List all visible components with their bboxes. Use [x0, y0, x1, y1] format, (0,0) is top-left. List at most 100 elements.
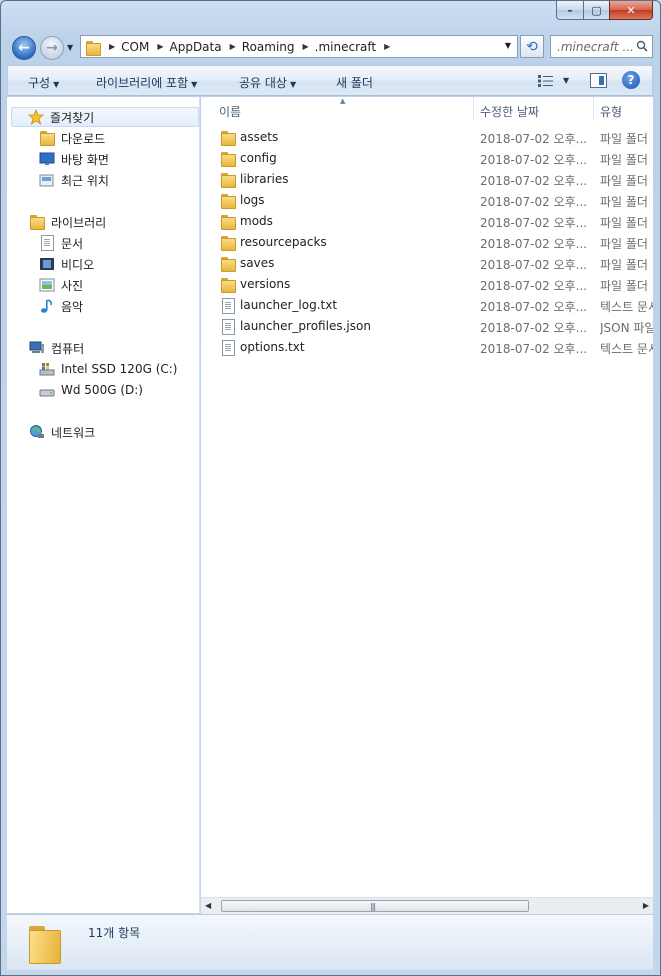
- close-button[interactable]: ✕: [609, 1, 653, 20]
- folder-icon: [220, 277, 236, 293]
- column-divider[interactable]: [473, 97, 474, 121]
- explorer-window: – ▢ ✕ ← → ▼ ▶ COM ▶ AppData ▶ Roaming ▶ …: [0, 0, 661, 976]
- address-dropdown-icon[interactable]: ▼: [505, 41, 511, 50]
- file-list: ▲ 이름 수정한 날짜 유형 assets 2018-07-02 오후... 파일 …: [201, 97, 653, 913]
- horizontal-scrollbar[interactable]: ◀ ||| ▶: [201, 897, 653, 914]
- search-input[interactable]: .minecraft ...: [550, 35, 653, 58]
- breadcrumb-minecraft[interactable]: .minecraft: [315, 40, 376, 54]
- file-row[interactable]: mods 2018-07-02 오후... 파일 폴더: [201, 211, 653, 232]
- details-pane: 11개 항목: [7, 914, 653, 970]
- preview-pane-icon[interactable]: [590, 73, 607, 88]
- file-row[interactable]: saves 2018-07-02 오후... 파일 폴더: [201, 253, 653, 274]
- file-type: 텍스트 문서: [600, 342, 653, 356]
- maximize-button[interactable]: ▢: [583, 1, 609, 20]
- nav-favorites[interactable]: 즐겨찾기: [11, 107, 199, 127]
- share-with-button[interactable]: 공유 대상 ▼: [239, 74, 296, 91]
- file-date: 2018-07-02 오후...: [480, 174, 586, 188]
- file-row[interactable]: options.txt 2018-07-02 오후... 텍스트 문서: [201, 337, 653, 358]
- desktop-icon: [39, 152, 55, 165]
- change-view-icon[interactable]: [538, 75, 554, 87]
- file-row[interactable]: resourcepacks 2018-07-02 오후... 파일 폴더: [201, 232, 653, 253]
- nav-computer[interactable]: 컴퓨터: [29, 338, 84, 358]
- file-type: 파일 폴더: [600, 216, 648, 230]
- file-row[interactable]: libraries 2018-07-02 오후... 파일 폴더: [201, 169, 653, 190]
- scroll-right-icon[interactable]: ▶: [643, 901, 649, 910]
- minimize-button[interactable]: –: [556, 1, 583, 20]
- view-options-dropdown-icon[interactable]: ▼: [563, 76, 569, 85]
- chevron-right-icon[interactable]: ▶: [384, 42, 390, 51]
- file-row[interactable]: config 2018-07-02 오후... 파일 폴더: [201, 148, 653, 169]
- column-header-type[interactable]: 유형: [600, 103, 622, 120]
- file-row[interactable]: launcher_profiles.json 2018-07-02 오후... JS…: [201, 316, 653, 337]
- nav-computer-label: 컴퓨터: [51, 341, 85, 356]
- scroll-left-icon[interactable]: ◀: [205, 901, 211, 910]
- recent-pages-dropdown[interactable]: ▼: [67, 43, 73, 52]
- folder-icon: [220, 256, 236, 272]
- nav-recent-label: 최근 위치: [61, 173, 109, 188]
- new-folder-button[interactable]: 새 폴더: [336, 74, 373, 91]
- chevron-down-icon: ▼: [191, 80, 198, 89]
- chevron-right-icon[interactable]: ▶: [230, 42, 236, 51]
- recent-places-icon: [39, 174, 54, 187]
- column-header-name[interactable]: 이름: [219, 103, 241, 120]
- file-date: 2018-07-02 오후...: [480, 237, 586, 251]
- file-row[interactable]: launcher_log.txt 2018-07-02 오후... 텍스트 문서: [201, 295, 653, 316]
- nav-network[interactable]: 네트워크: [29, 422, 95, 442]
- column-header-date[interactable]: 수정한 날짜: [480, 103, 539, 120]
- organize-label: 구성: [28, 76, 51, 90]
- navigation-pane: 즐겨찾기 다운로드 바탕 화면 최근 위치 라이브러리 문서 비디오 사진 음악…: [7, 97, 200, 913]
- nav-downloads[interactable]: 다운로드: [39, 128, 105, 148]
- document-icon: [220, 298, 236, 314]
- chevron-right-icon[interactable]: ▶: [157, 42, 163, 51]
- file-row[interactable]: assets 2018-07-02 오후... 파일 폴더: [201, 127, 653, 148]
- organize-button[interactable]: 구성 ▼: [28, 74, 59, 91]
- search-icon: [636, 40, 648, 52]
- file-date: 2018-07-02 오후...: [480, 321, 586, 335]
- file-type: 파일 폴더: [600, 174, 648, 188]
- refresh-icon: ⟲: [526, 38, 538, 55]
- nav-drive-d[interactable]: Wd 500G (D:): [39, 380, 143, 400]
- breadcrumb-roaming[interactable]: Roaming: [242, 40, 295, 54]
- file-date: 2018-07-02 오후...: [480, 258, 586, 272]
- folder-icon: [220, 193, 236, 209]
- search-placeholder: .minecraft ...: [557, 39, 634, 54]
- nav-desktop-label: 바탕 화면: [61, 152, 109, 167]
- nav-music[interactable]: 음악: [39, 296, 83, 316]
- nav-desktop[interactable]: 바탕 화면: [39, 149, 109, 169]
- nav-videos[interactable]: 비디오: [39, 254, 94, 274]
- file-type: 파일 폴더: [600, 237, 648, 251]
- forward-button[interactable]: →: [40, 36, 64, 60]
- scrollbar-thumb[interactable]: |||: [221, 900, 529, 912]
- back-button[interactable]: ←: [12, 36, 36, 60]
- column-divider[interactable]: [593, 97, 594, 121]
- breadcrumb-appdata[interactable]: AppData: [170, 40, 222, 54]
- arrow-right-icon: →: [46, 40, 58, 56]
- help-button[interactable]: ?: [622, 71, 640, 89]
- nav-favorites-label: 즐겨찾기: [50, 110, 95, 125]
- nav-drive-c-label: Intel SSD 120G (C:): [61, 362, 178, 376]
- file-name: resourcepacks: [240, 235, 327, 249]
- chevron-right-icon[interactable]: ▶: [303, 42, 309, 51]
- include-in-library-button[interactable]: 라이브러리에 포함 ▼: [96, 74, 197, 91]
- document-icon: [220, 319, 236, 335]
- nav-pictures[interactable]: 사진: [39, 275, 83, 295]
- videos-icon: [40, 258, 54, 270]
- nav-libraries[interactable]: 라이브러리: [29, 212, 106, 232]
- file-row[interactable]: logs 2018-07-02 오후... 파일 폴더: [201, 190, 653, 211]
- breadcrumb-com[interactable]: COM: [121, 40, 149, 54]
- item-count: 11개 항목: [88, 926, 141, 940]
- refresh-button[interactable]: ⟲: [520, 35, 544, 58]
- nav-drive-c[interactable]: Intel SSD 120G (C:): [39, 359, 177, 379]
- share-with-label: 공유 대상: [239, 76, 287, 90]
- file-row[interactable]: versions 2018-07-02 오후... 파일 폴더: [201, 274, 653, 295]
- command-bar: 구성 ▼ 라이브러리에 포함 ▼ 공유 대상 ▼ 새 폴더 ▼ ?: [7, 65, 653, 96]
- pictures-icon: [39, 278, 55, 292]
- file-name: launcher_profiles.json: [240, 319, 371, 333]
- chevron-right-icon[interactable]: ▶: [109, 42, 115, 51]
- computer-icon: [29, 341, 44, 353]
- network-icon: [30, 425, 44, 438]
- nav-recent-places[interactable]: 최근 위치: [39, 170, 109, 190]
- nav-documents[interactable]: 문서: [39, 233, 83, 253]
- nav-documents-label: 문서: [61, 236, 84, 251]
- address-bar[interactable]: ▶ COM ▶ AppData ▶ Roaming ▶ .minecraft ▶…: [80, 35, 518, 58]
